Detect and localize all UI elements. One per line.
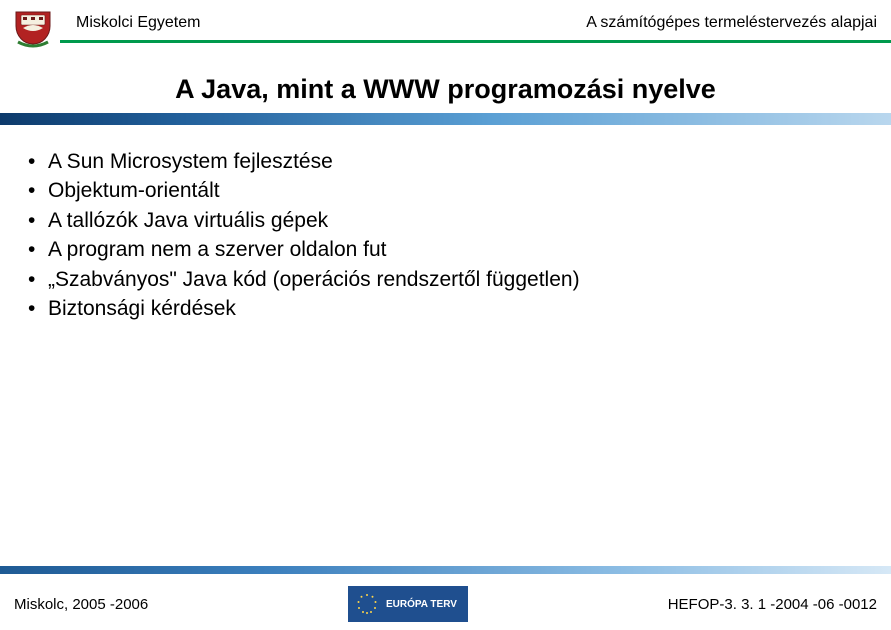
- footer-location-date: Miskolc, 2005 -2006: [14, 596, 148, 613]
- list-item: A program nem a szerver oldalon fut: [20, 235, 871, 264]
- course-name: A számítógépes termeléstervezés alapjai: [586, 14, 877, 32]
- eu-logo-label: EURÓPA TERV: [386, 599, 457, 610]
- list-item: Biztonsági kérdések: [20, 294, 871, 323]
- eu-stars-icon: [354, 591, 380, 617]
- list-item: A Sun Microsystem fejlesztése: [20, 147, 871, 176]
- title-divider-bar: [0, 113, 891, 125]
- content-area: A Sun Microsystem fejlesztése Objektum-o…: [0, 125, 891, 323]
- list-item: A tallózók Java virtuális gépek: [20, 206, 871, 235]
- eu-logo: EURÓPA TERV: [348, 586, 468, 622]
- footer-project-code: HEFOP-3. 3. 1 -2004 -06 -0012: [668, 596, 877, 613]
- header-divider: [60, 40, 891, 43]
- list-item: Objektum-orientált: [20, 176, 871, 205]
- list-item: „Szabványos" Java kód (operációs rendsze…: [20, 265, 871, 294]
- header: Miskolci Egyetem A számítógépes termelés…: [0, 0, 891, 52]
- university-name: Miskolci Egyetem: [76, 14, 200, 32]
- footer: Miskolc, 2005 -2006: [0, 578, 891, 630]
- slide-title: A Java, mint a WWW programozási nyelve: [0, 74, 891, 105]
- bullet-list: A Sun Microsystem fejlesztése Objektum-o…: [20, 147, 871, 323]
- footer-divider-bar: [0, 566, 891, 574]
- university-crest-icon: [12, 8, 54, 48]
